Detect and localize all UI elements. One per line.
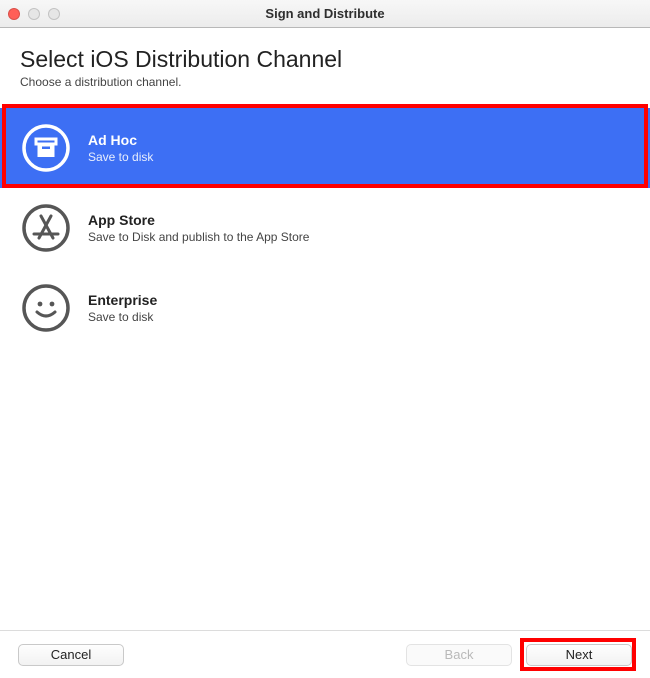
minimize-window-icon[interactable] bbox=[28, 8, 40, 20]
back-button: Back bbox=[406, 644, 512, 666]
option-title: App Store bbox=[88, 212, 628, 228]
option-desc: Save to Disk and publish to the App Stor… bbox=[88, 230, 628, 244]
next-button[interactable]: Next bbox=[526, 644, 632, 666]
window-title: Sign and Distribute bbox=[0, 6, 650, 21]
option-enterprise[interactable]: Enterprise Save to disk bbox=[0, 268, 650, 348]
smiley-icon bbox=[22, 284, 70, 332]
option-title: Ad Hoc bbox=[88, 132, 628, 148]
close-window-icon[interactable] bbox=[8, 8, 20, 20]
window-controls bbox=[8, 8, 60, 20]
cancel-button[interactable]: Cancel bbox=[18, 644, 124, 666]
option-title: Enterprise bbox=[88, 292, 628, 308]
footer-bar: Cancel Back Next bbox=[0, 630, 650, 678]
page-heading: Select iOS Distribution Channel bbox=[20, 46, 630, 73]
content-area: Select iOS Distribution Channel Choose a… bbox=[0, 28, 650, 89]
page-subheading: Choose a distribution channel. bbox=[20, 75, 630, 89]
distribution-options: Ad Hoc Save to disk App Store Save to Di… bbox=[0, 108, 650, 348]
archive-box-icon bbox=[22, 124, 70, 172]
option-desc: Save to disk bbox=[88, 310, 628, 324]
titlebar: Sign and Distribute bbox=[0, 0, 650, 28]
zoom-window-icon[interactable] bbox=[48, 8, 60, 20]
option-ad-hoc[interactable]: Ad Hoc Save to disk bbox=[0, 108, 650, 188]
option-desc: Save to disk bbox=[88, 150, 628, 164]
option-app-store[interactable]: App Store Save to Disk and publish to th… bbox=[0, 188, 650, 268]
app-store-icon bbox=[22, 204, 70, 252]
